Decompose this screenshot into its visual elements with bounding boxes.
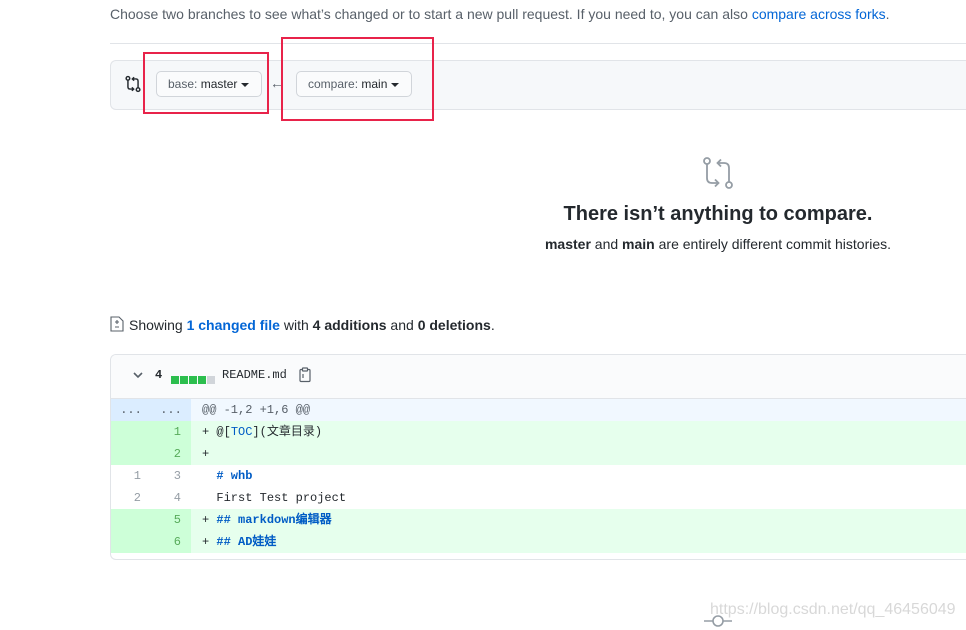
code-line: + ## AD娃娃: [191, 531, 966, 553]
diffstat-blocks: [171, 371, 216, 384]
divider: [110, 43, 966, 44]
added-line-row: 2 +: [111, 443, 966, 465]
intro-end: .: [885, 6, 890, 22]
line-number-new: 4: [151, 487, 191, 509]
line-number-new: 2: [151, 443, 191, 465]
diff-sign: +: [202, 447, 217, 461]
additions-count: 4 additions: [312, 317, 387, 333]
added-line-row: 5 + ## markdown编辑器: [111, 509, 966, 531]
changed-files-link[interactable]: 1 changed file: [187, 317, 280, 333]
branch-name-main: main: [622, 236, 655, 252]
line-number-new: 6: [151, 531, 191, 553]
blank-rest: are entirely different commit histories.: [654, 236, 892, 252]
highlight-box-compare: [281, 37, 434, 121]
hunk-header-text: @@ -1,2 +1,6 @@: [191, 399, 966, 421]
code-line: + @[TOC](文章目录): [191, 421, 966, 443]
diffstat-count: 4: [155, 368, 163, 382]
blankslate-description: master and main are entirely different c…: [516, 236, 920, 252]
diffstat-block: [207, 376, 215, 384]
code-token: # whb: [216, 469, 253, 483]
added-line-row: 6 + ## AD娃娃: [111, 531, 966, 553]
summary-end: .: [490, 317, 495, 333]
diff-sign: +: [202, 535, 217, 549]
line-number-old: [111, 421, 151, 443]
code-token: ## AD娃娃: [216, 535, 277, 549]
context-line-row: 13 # whb: [111, 465, 966, 487]
code-line: # whb: [191, 465, 966, 487]
line-number-old: 2: [111, 487, 151, 509]
diff-sign: [202, 491, 216, 505]
line-number-old: [111, 509, 151, 531]
hunk-header-row: ...... @@ -1,2 +1,6 @@: [111, 399, 966, 421]
watermark-text: https://blog.csdn.net/qq_46456049: [710, 601, 956, 618]
blankslate-title: There isn’t anything to compare.: [563, 203, 873, 225]
diff-summary: Showing 1 changed file with 4 additions …: [110, 316, 495, 333]
code-line: +: [191, 443, 966, 465]
code-text: @[: [216, 425, 231, 439]
diffstat-block: [171, 376, 179, 384]
code-token: ## markdown编辑器: [216, 513, 332, 527]
code-token: TOC: [230, 425, 253, 439]
line-number-old: [111, 443, 151, 465]
diff-sign: +: [202, 425, 217, 439]
compare-intro-text: Choose two branches to see what’s change…: [110, 6, 890, 22]
chevron-down-icon[interactable]: [131, 368, 145, 382]
line-number-new: 1: [151, 421, 191, 443]
diffstat-block: [198, 376, 206, 384]
context-line-row: 24 First Test project: [111, 487, 966, 509]
highlight-box-base: [143, 52, 269, 114]
git-compare-large-icon: [703, 157, 733, 189]
line-number-old: 1: [111, 465, 151, 487]
blank-and: and: [590, 236, 623, 252]
git-compare-icon: [125, 75, 141, 93]
file-header: 4 README.md: [111, 355, 966, 399]
summary-and: and: [386, 317, 418, 333]
code-text: First Test project: [216, 491, 347, 505]
code-text: ](文章目录): [252, 425, 323, 439]
diffstat-block: [189, 376, 197, 384]
deletions-count: 0 deletions: [417, 317, 491, 333]
file-diff: 4 README.md ...... @@ -1,2 +1,6 @@ 1 + @[TO…: [110, 354, 966, 560]
code-line: First Test project: [191, 487, 966, 509]
summary-prefix: Showing: [129, 317, 187, 333]
compare-across-forks-link[interactable]: compare across forks: [752, 6, 886, 22]
diffstat-block: [180, 376, 188, 384]
file-diff-icon: [110, 316, 124, 332]
intro-text: Choose two branches to see what’s change…: [110, 6, 752, 22]
summary-with: with: [279, 317, 313, 333]
code-line: + ## markdown编辑器: [191, 509, 966, 531]
line-number-old: [111, 531, 151, 553]
line-number-old: ...: [111, 399, 151, 421]
file-name-link[interactable]: README.md: [222, 368, 287, 382]
git-commit-icon: [704, 615, 732, 627]
diff-sign: +: [202, 513, 217, 527]
line-number-new: 5: [151, 509, 191, 531]
branch-name-master: master: [544, 236, 591, 252]
diff-sign: [202, 469, 216, 483]
line-number-new: 3: [151, 465, 191, 487]
line-number-new: ...: [151, 399, 191, 421]
clipboard-copy-icon[interactable]: [298, 367, 312, 383]
added-line-row: 1 + @[TOC](文章目录): [111, 421, 966, 443]
